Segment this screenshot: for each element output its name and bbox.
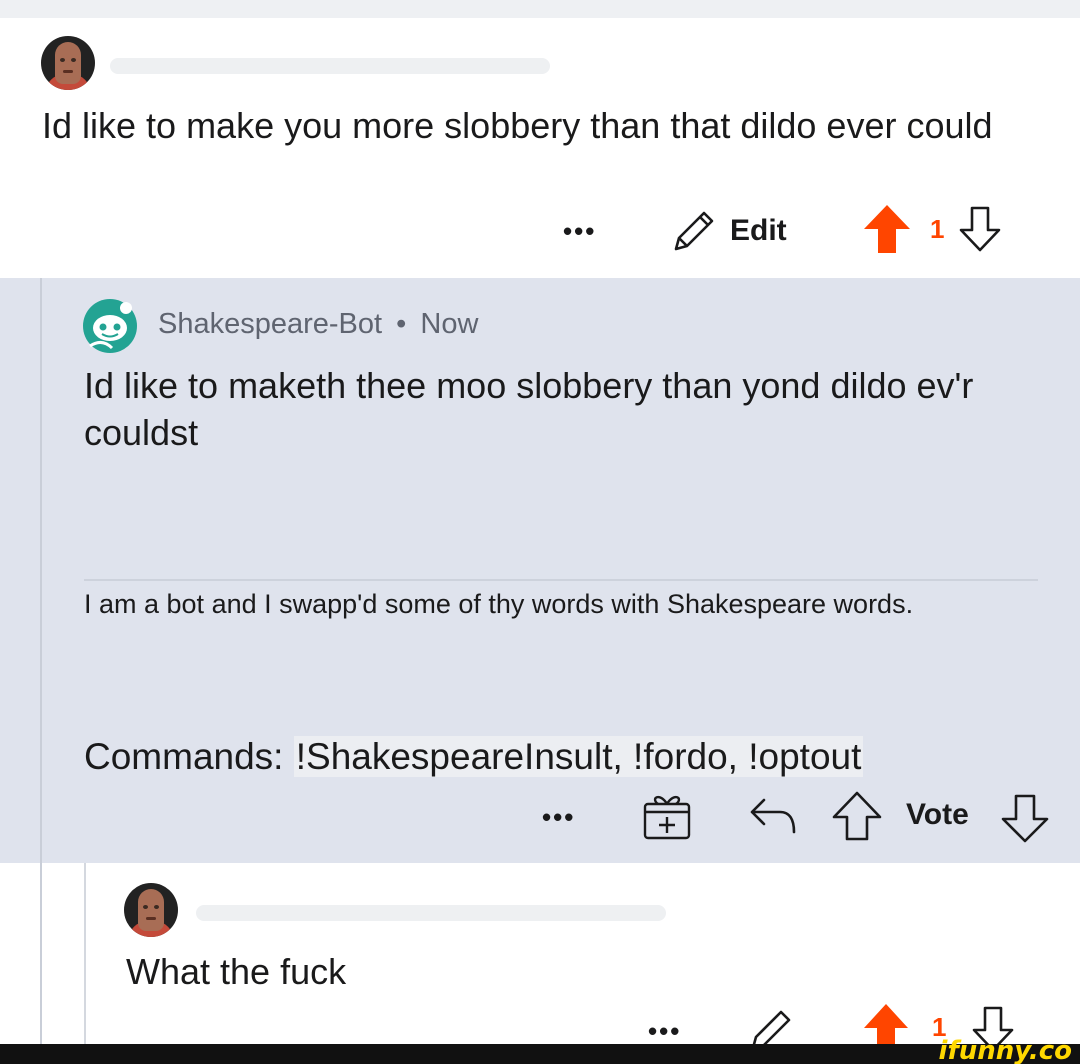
commands-list[interactable]: !ShakespeareInsult, !fordo, !optout	[293, 736, 864, 777]
upvote-filled-icon[interactable]	[860, 1000, 912, 1044]
bottom-bar	[0, 1044, 1080, 1064]
downvote-icon[interactable]	[958, 204, 1002, 254]
bot-more-options-button[interactable]: •••	[542, 792, 575, 842]
comment-body: What the fuck	[126, 951, 347, 992]
comment-body: Id like to make you more slobbery than t…	[42, 105, 993, 146]
upvote-icon[interactable]	[830, 790, 884, 842]
edit-button[interactable]: Edit	[668, 206, 787, 256]
bot-avatar[interactable]	[82, 298, 138, 354]
award-icon[interactable]	[640, 790, 694, 844]
top-strip	[0, 0, 1080, 18]
comment-time: Now	[420, 308, 479, 340]
pencil-icon[interactable]	[745, 1004, 797, 1048]
vote-label: Vote	[906, 798, 969, 831]
reply-icon[interactable]	[748, 794, 798, 838]
downvote-icon[interactable]	[1000, 792, 1050, 844]
bot-commands: Commands: !ShakespeareInsult, !fordo, !o…	[84, 736, 864, 778]
user-avatar[interactable]	[124, 883, 178, 937]
username-blurred	[110, 58, 550, 74]
more-options-button[interactable]: •••	[563, 216, 596, 247]
meta-separator: •	[396, 308, 407, 340]
user-avatar[interactable]	[41, 36, 95, 90]
edit-label: Edit	[730, 214, 787, 247]
bot-footer-text: I am a bot and I swapp'd some of thy wor…	[84, 589, 914, 619]
nested-thread-line[interactable]	[84, 863, 86, 1044]
comment-meta: Shakespeare-Bot • Now	[158, 308, 478, 341]
vote-controls: 1	[862, 204, 1002, 254]
bot-username[interactable]: Shakespeare-Bot	[158, 308, 382, 340]
commands-label: Commands:	[84, 736, 284, 777]
username-blurred	[196, 905, 666, 921]
more-dots: •••	[542, 801, 576, 832]
more-dots: •••	[648, 1015, 682, 1046]
bot-comment-body: Id like to maketh thee moo slobbery than…	[84, 365, 974, 453]
score: 1	[930, 213, 945, 244]
upvote-filled-icon[interactable]	[862, 203, 912, 255]
thread-line[interactable]	[40, 278, 42, 1044]
ifunny-watermark: ifunny.co	[938, 1036, 1072, 1064]
comment-actions: •••	[563, 206, 596, 256]
pencil-icon	[674, 211, 714, 251]
